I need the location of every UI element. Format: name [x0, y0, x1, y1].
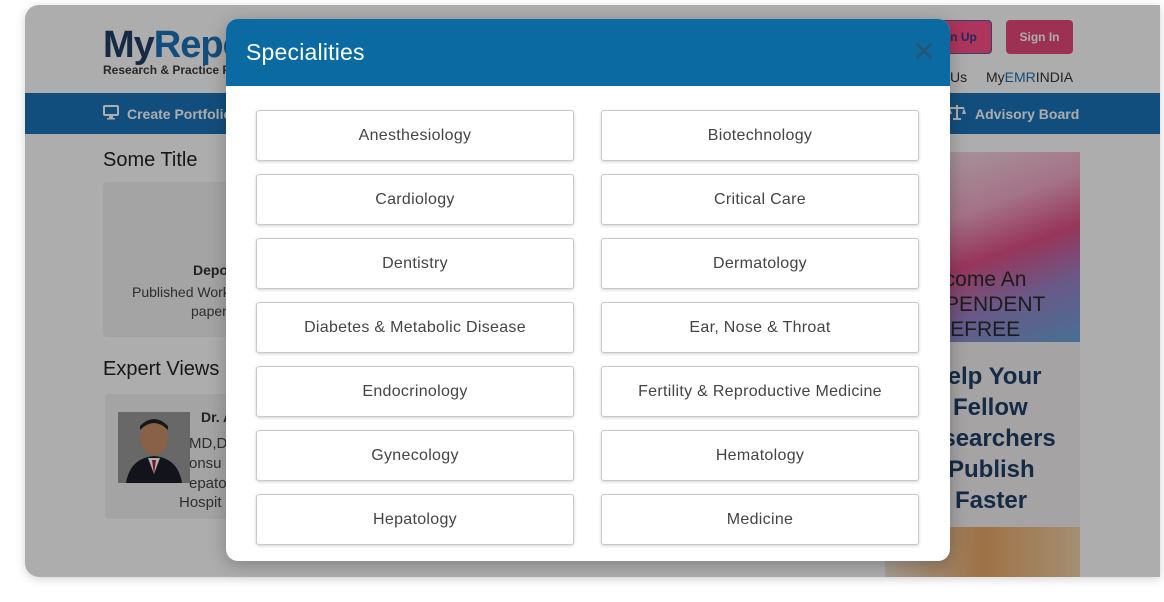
speciality-button-critical-care[interactable]: Critical Care — [601, 174, 919, 225]
speciality-button-fertility-and-reproductive-medicine[interactable]: Fertility & Reproductive Medicine — [601, 366, 919, 417]
modal-header: Specialities ✕ — [226, 19, 950, 86]
speciality-button-diabetes-and-metabolic-disease[interactable]: Diabetes & Metabolic Disease — [256, 302, 574, 353]
speciality-button-hepatology[interactable]: Hepatology — [256, 494, 574, 545]
speciality-button-biotechnology[interactable]: Biotechnology — [601, 110, 919, 161]
close-icon[interactable]: ✕ — [912, 38, 936, 66]
speciality-button-ear-nose-and-throat[interactable]: Ear, Nose & Throat — [601, 302, 919, 353]
speciality-button-cardiology[interactable]: Cardiology — [256, 174, 574, 225]
speciality-button-dermatology[interactable]: Dermatology — [601, 238, 919, 289]
speciality-button-hematology[interactable]: Hematology — [601, 430, 919, 481]
speciality-button-endocrinology[interactable]: Endocrinology — [256, 366, 574, 417]
modal-title: Specialities — [246, 39, 365, 65]
speciality-button-medicine[interactable]: Medicine — [601, 494, 919, 545]
speciality-button-gynecology[interactable]: Gynecology — [256, 430, 574, 481]
speciality-button-dentistry[interactable]: Dentistry — [256, 238, 574, 289]
speciality-button-anesthesiology[interactable]: Anesthesiology — [256, 110, 574, 161]
specialities-modal: Specialities ✕ Anesthesiology Biotechnolo… — [226, 19, 950, 561]
